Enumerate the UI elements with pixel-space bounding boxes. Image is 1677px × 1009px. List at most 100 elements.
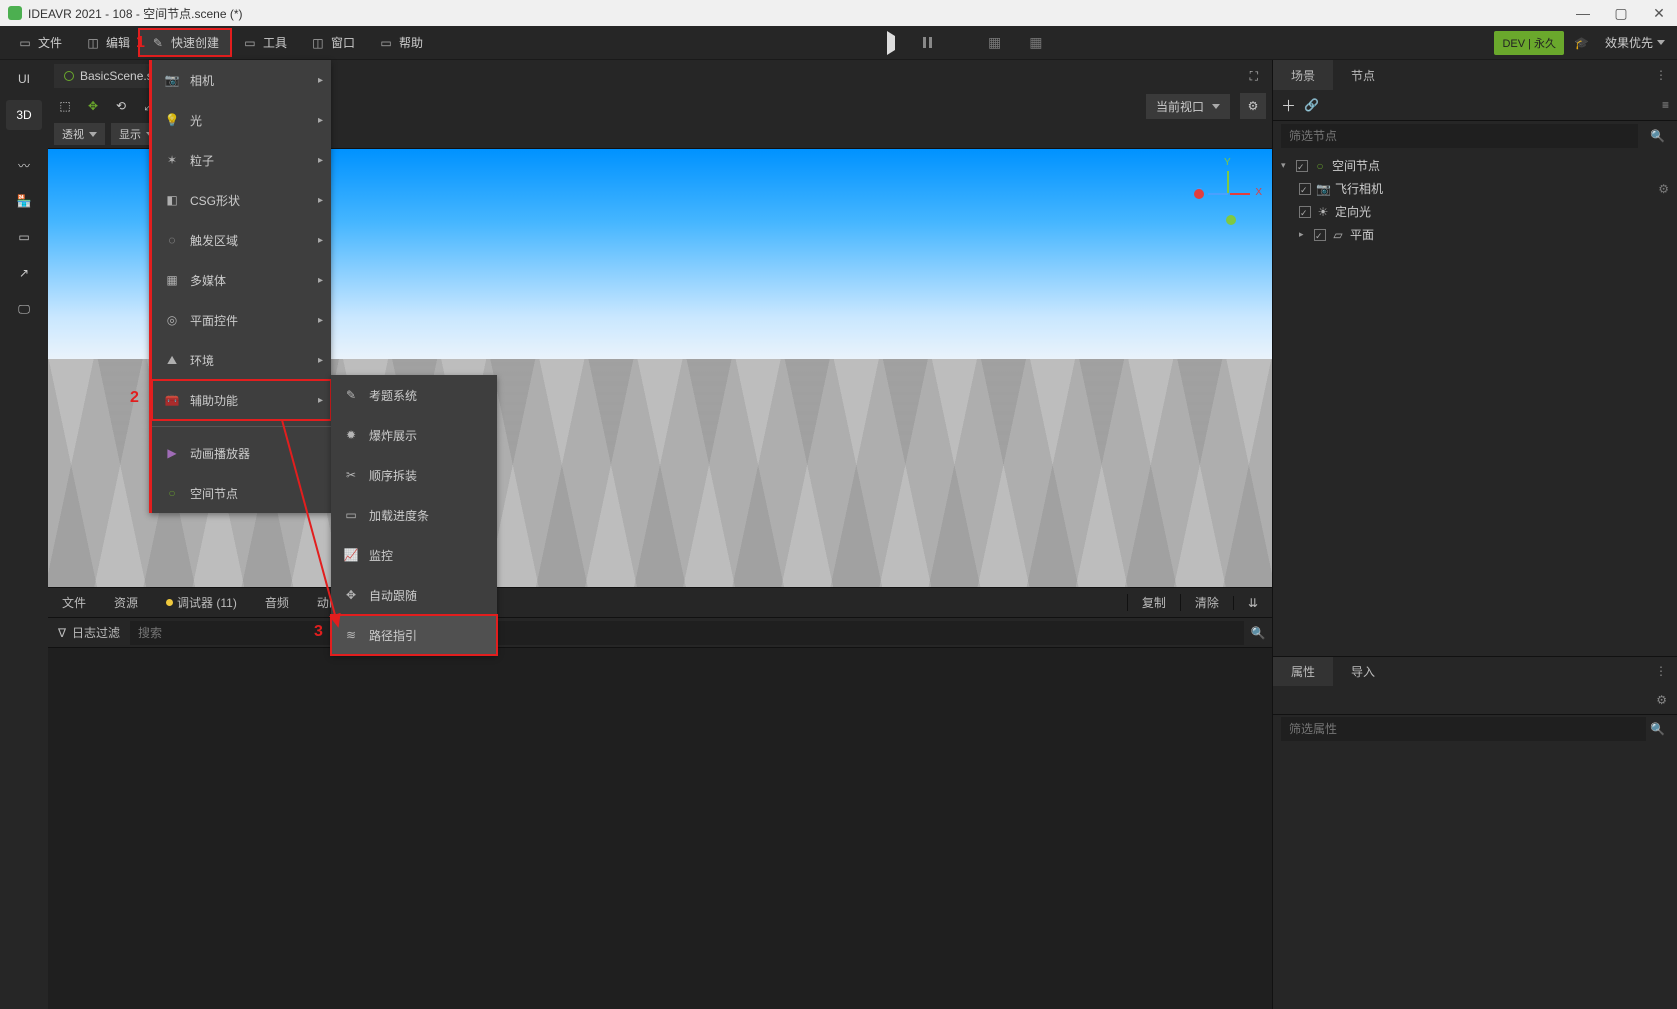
checkbox-icon[interactable] [1299, 206, 1311, 218]
sub-exam[interactable]: ✎考题系统 [331, 375, 497, 415]
rail-3d[interactable]: 3D [6, 100, 42, 130]
tree-plane[interactable]: ▸▱平面 [1279, 223, 1671, 246]
tree-light[interactable]: ☀定向光 [1279, 200, 1671, 223]
rotate-tool[interactable]: ⟲ [110, 95, 132, 117]
menu-spatial[interactable]: ○空间节点 [152, 473, 331, 513]
sub-monitor-label: 监控 [369, 547, 393, 564]
effect-priority-dropdown[interactable]: 效果优先 [1599, 34, 1671, 51]
rail-card-icon[interactable]: ▭ [6, 222, 42, 252]
bp-copy-label: 复制 [1142, 594, 1166, 611]
link-icon[interactable]: ⚙ [1658, 182, 1669, 196]
menu-widget[interactable]: ◎平面控件▸ [152, 300, 331, 340]
pause-button[interactable] [923, 37, 932, 48]
bp-tab-resource[interactable]: 资源 [100, 588, 152, 617]
select-tool[interactable]: ⬚ [54, 95, 76, 117]
prop-settings-icon[interactable]: ⚙ [1656, 693, 1667, 707]
play-button[interactable] [887, 36, 895, 50]
scene-tab-1[interactable]: BasicScene.s [54, 64, 163, 88]
rail-export-icon[interactable]: ↗ [6, 258, 42, 288]
menu-quick-create[interactable]: ✎快速创建 [139, 29, 231, 56]
menu-env[interactable]: ⛰环境▸ [152, 340, 331, 380]
tree-camera-label: 飞行相机 [1335, 180, 1383, 197]
bp-copy[interactable]: 复制 [1127, 594, 1180, 611]
capture2-button[interactable]: ▦ [1029, 34, 1042, 51]
sub-progress-label: 加载进度条 [369, 507, 429, 524]
gizmo-dot-green [1226, 215, 1236, 225]
menu-help[interactable]: ▭帮助 [367, 29, 435, 56]
menu-tools[interactable]: ▭工具 [231, 29, 299, 56]
bp-tab-audio[interactable]: 音频 [251, 588, 303, 617]
menu-window[interactable]: ◫窗口 [299, 29, 367, 56]
bp-tab-debugger[interactable]: 调试器 (11) [152, 588, 251, 617]
right-panel: 场景 节点 ⋮ ＋ 🔗 ≡ 🔍 ▾○空间节点 📷飞行相机⚙ ☀定向光 ▸▱平面 … [1272, 60, 1677, 1009]
fullscreen-icon[interactable]: ⛶ [1242, 65, 1266, 88]
tree-camera[interactable]: 📷飞行相机⚙ [1279, 177, 1671, 200]
menu-tools-label: 工具 [263, 34, 287, 51]
rp-more[interactable]: ⋮ [1645, 68, 1677, 82]
rp-menu-icon[interactable]: ≡ [1662, 98, 1669, 112]
bp-tab-file[interactable]: 文件 [48, 588, 100, 617]
sub-progress[interactable]: ▭加载进度条 [331, 495, 497, 535]
checkbox-icon[interactable] [1299, 183, 1311, 195]
rail-curve-icon[interactable]: 〰 [6, 150, 42, 180]
viewport-gizmo[interactable] [1200, 171, 1256, 227]
menu-edit[interactable]: ◫编辑 [74, 29, 142, 56]
window-minimize[interactable]: — [1573, 5, 1593, 21]
annotation-2: 2 [130, 389, 139, 407]
window-close[interactable]: ✕ [1649, 5, 1669, 22]
chevron-right-icon: ▸ [318, 235, 323, 246]
sub-monitor[interactable]: 📈监控 [331, 535, 497, 575]
explode-icon: ✹ [343, 428, 359, 442]
rp-prop-label: 属性 [1291, 663, 1315, 680]
sub-seq[interactable]: ✂顺序拆装 [331, 455, 497, 495]
spatial-icon: ○ [164, 486, 180, 500]
sub-autofollow[interactable]: ✥自动跟随 [331, 575, 497, 615]
collapse-icon: ⇊ [1248, 596, 1258, 610]
sub-waypoint[interactable]: ≋路径指引 [331, 615, 497, 655]
rp-tab-scene[interactable]: 场景 [1273, 60, 1333, 90]
log-filter-button[interactable]: ∇日志过滤 [48, 624, 130, 641]
menu-anim-player[interactable]: ▶动画播放器 [152, 433, 331, 473]
window-maximize[interactable]: ▢ [1611, 5, 1631, 22]
rp-tab-prop[interactable]: 属性 [1273, 657, 1333, 686]
rp-tab-nodes[interactable]: 节点 [1333, 60, 1393, 90]
checkbox-icon[interactable] [1314, 229, 1326, 241]
rp-prop-more[interactable]: ⋮ [1645, 664, 1677, 678]
search-icon[interactable]: 🔍 [1646, 129, 1669, 143]
rail-ui[interactable]: UI [6, 64, 42, 94]
log-search-input[interactable] [130, 621, 1244, 645]
menu-trigger[interactable]: ◌触发区域▸ [152, 220, 331, 260]
menu-particles[interactable]: ✶粒子▸ [152, 140, 331, 180]
menu-aux-label: 辅助功能 [190, 392, 238, 409]
menu-camera[interactable]: 📷相机▸ [152, 60, 331, 100]
viewport-dropdown[interactable]: 当前视口 [1146, 94, 1230, 119]
add-node-button[interactable]: ＋ [1281, 95, 1296, 116]
rail-monitor-icon[interactable]: 🖵 [6, 294, 42, 324]
quick-create-menu: 📷相机▸ 💡光▸ ✶粒子▸ ◧CSG形状▸ ◌触发区域▸ ▦多媒体▸ ◎平面控件… [149, 60, 331, 513]
checkbox-icon[interactable] [1296, 160, 1308, 172]
scene-filter-input[interactable] [1281, 124, 1638, 148]
capture1-button[interactable]: ▦ [988, 34, 1001, 51]
bp-collapse[interactable]: ⇊ [1233, 596, 1272, 610]
link-node-button[interactable]: 🔗 [1304, 98, 1319, 112]
perspective-dropdown[interactable]: 透视 [54, 123, 105, 145]
grad-cap-icon[interactable]: 🎓 [1574, 36, 1589, 50]
rail-store-icon[interactable]: 🏪 [6, 186, 42, 216]
menu-file[interactable]: ▭文件 [6, 29, 74, 56]
search-icon[interactable]: 🔍 [1244, 626, 1272, 640]
menu-multimedia[interactable]: ▦多媒体▸ [152, 260, 331, 300]
rp-tab-import[interactable]: 导入 [1333, 657, 1393, 686]
prop-filter-input[interactable] [1281, 717, 1646, 741]
log-output-area [48, 647, 1272, 1009]
sub-explode[interactable]: ✹爆炸展示 [331, 415, 497, 455]
menu-light[interactable]: 💡光▸ [152, 100, 331, 140]
menu-csg[interactable]: ◧CSG形状▸ [152, 180, 331, 220]
sub-exam-label: 考题系统 [369, 387, 417, 404]
search-icon[interactable]: 🔍 [1646, 722, 1669, 736]
move-tool[interactable]: ✥ [82, 95, 104, 117]
viewport-settings[interactable]: ⚙ [1240, 93, 1266, 119]
bp-clear[interactable]: 清除 [1180, 594, 1233, 611]
bp-audio-label: 音频 [265, 594, 289, 611]
tree-root[interactable]: ▾○空间节点 [1279, 154, 1671, 177]
menu-aux[interactable]: 🧰辅助功能▸ [152, 380, 331, 420]
